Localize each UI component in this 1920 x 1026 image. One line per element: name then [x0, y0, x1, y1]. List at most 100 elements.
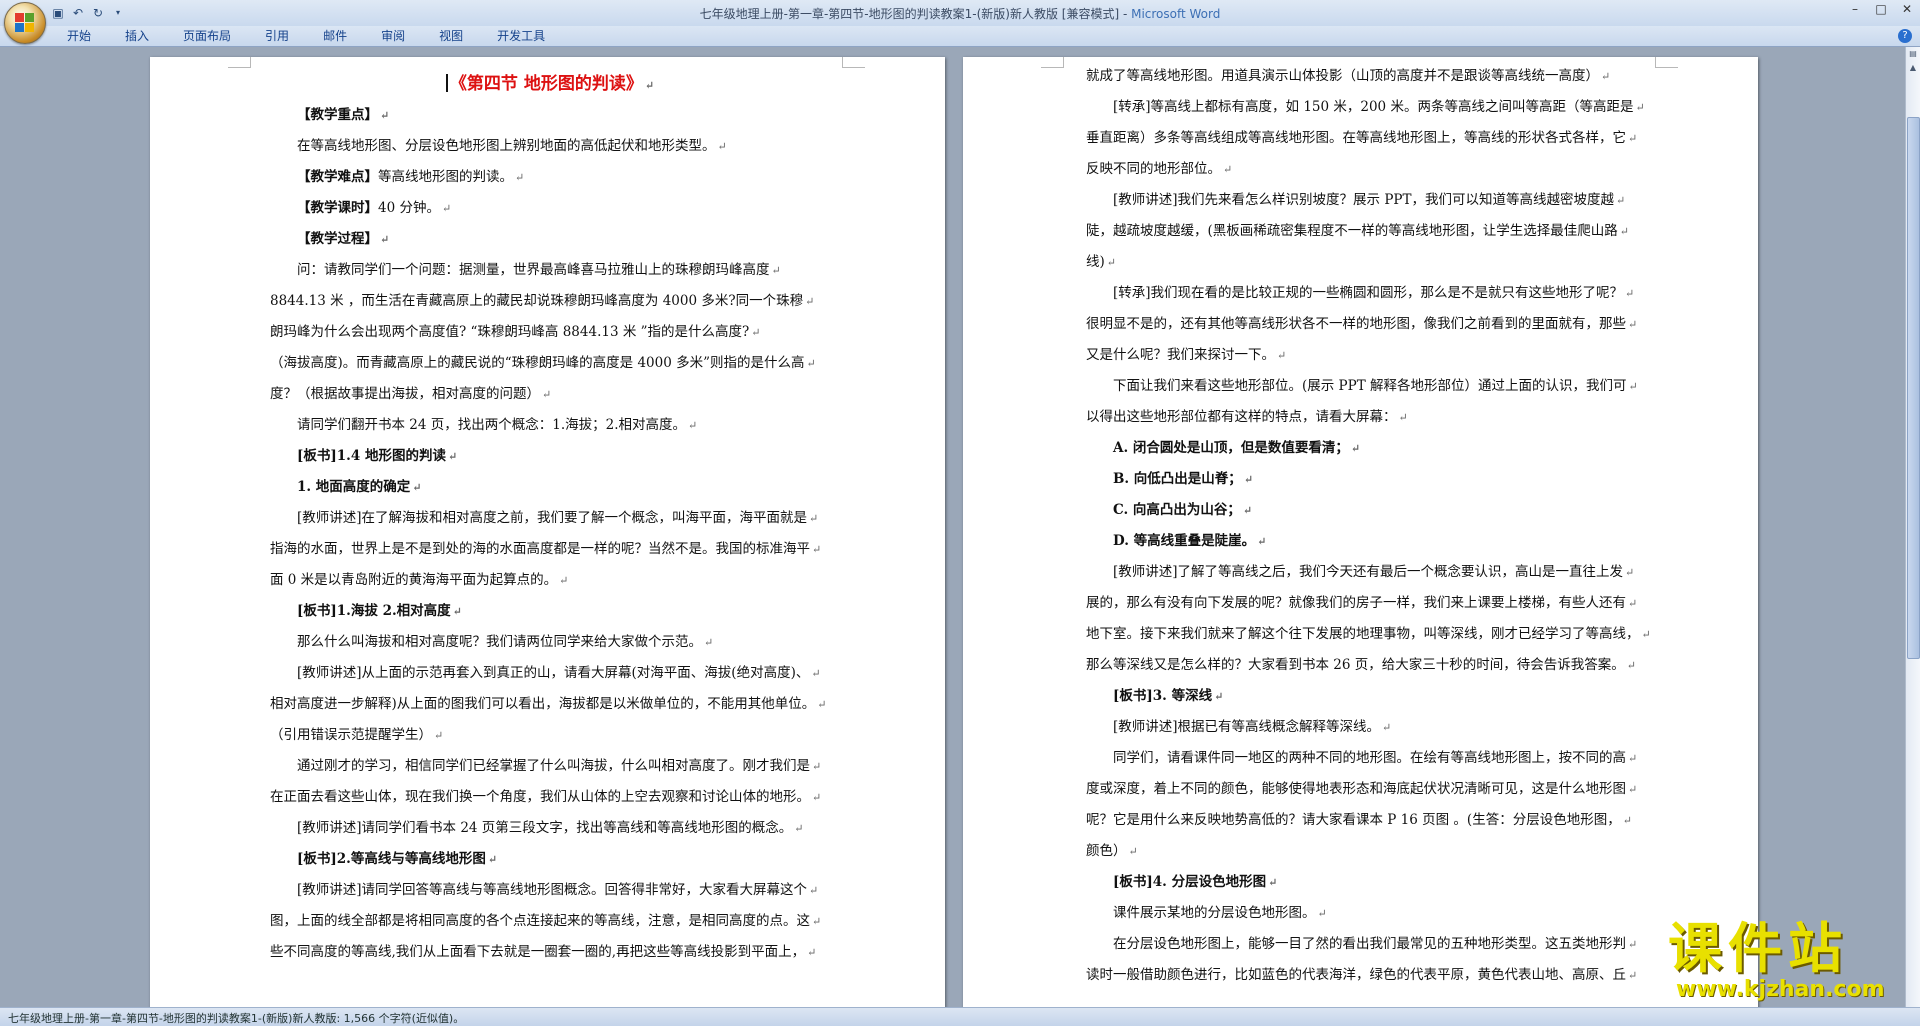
ribbon-tab[interactable]: 页面布局 — [166, 28, 248, 44]
ribbon-tab[interactable]: 引用 — [248, 28, 306, 44]
paragraph-line: （引用错误示范提醒学生） ↵ — [270, 720, 830, 751]
paragraph-mark-icon: ↵ — [805, 295, 815, 308]
paragraph-mark-icon: ↵ — [1277, 349, 1287, 362]
paragraph-line: 以得出这些地形部位都有这样的特点，请看大屏幕： ↵ — [1086, 402, 1646, 433]
help-icon[interactable]: ? — [1898, 29, 1912, 43]
paragraph-mark-icon: ↵ — [1622, 814, 1632, 827]
paragraph-mark-icon: ↵ — [1628, 380, 1638, 393]
paragraph-line: 那么等深线又是怎么样的？大家看到书本 26 页，给大家三十秒的时间，待会告诉我答… — [1086, 650, 1646, 681]
paragraph-text: 度？（根据故事提出海拔，相对高度的问题） — [270, 386, 540, 402]
ribbon-tab[interactable]: 视图 — [422, 28, 480, 44]
paragraph-text: [教师讲述]请同学回答等高线与等高线地形图概念。回答得非常好，大家看大屏幕这个 — [297, 882, 808, 898]
paragraph-mark-icon: ↵ — [1641, 628, 1651, 641]
paragraph-mark-icon: ↵ — [1628, 938, 1638, 951]
paragraph-text: [板书]1.海拔 2.相对高度 — [297, 603, 451, 619]
paragraph-text: D. 等高线重叠是陡崖。 — [1113, 533, 1256, 549]
paragraph-mark-icon: ↵ — [1350, 442, 1361, 455]
paragraph-mark-icon: ↵ — [1268, 876, 1278, 889]
paragraph-mark-icon: ↵ — [441, 202, 452, 215]
paragraph-mark-icon: ↵ — [1628, 132, 1638, 145]
paragraph-text: 展的，那么有没有向下发展的呢？就像我们的房子一样，我们来上课要上楼梯，有些人还有 — [1086, 595, 1626, 611]
paragraph-line: 面 0 米是以青岛附近的黄海海平面为起算点的。 ↵ — [270, 565, 830, 596]
paragraph-line: 展的，那么有没有向下发展的呢？就像我们的房子一样，我们来上课要上楼梯，有些人还有… — [1086, 588, 1646, 619]
paragraph-text: 相对高度进一步解释)从上面的图我们可以看出，海拔都是以米做单位的，不能用其他单位… — [270, 696, 816, 712]
paragraph-text: 在分层设色地形图上，能够一目了然的看出我们最常见的五种地形类型。这五类地形判 — [1113, 936, 1626, 952]
paragraph-text: 《第四节 地形图的判读》 — [449, 74, 643, 94]
paragraph-line: 【教学重点】 ↵ — [270, 100, 830, 131]
paragraph-line: 又是什么呢？我们来探讨一下。 ↵ — [1086, 340, 1646, 371]
paragraph-text: 那么什么叫海拔和相对高度呢？我们请两位同学来给大家做个示范。 — [297, 634, 702, 650]
paragraph-text: [教师讲述]在了解海拔和相对高度之前，我们要了解一个概念，叫海平面，海平面就是 — [297, 510, 808, 526]
paragraph-text: [教师讲述]根据已有等高线概念解释等深线。 — [1113, 719, 1381, 735]
paragraph-mark-icon: ↵ — [704, 636, 714, 649]
paragraph-line: C. 向高凸出为山谷； ↵ — [1086, 495, 1646, 526]
paragraph-text: B. 向低凸出是山脊； — [1113, 471, 1242, 487]
paragraph-text: 又是什么呢？我们来探讨一下。 — [1086, 347, 1275, 363]
paragraph-bold-prefix: 【教学难点】 — [297, 169, 378, 185]
ribbon-tab[interactable]: 插入 — [108, 28, 166, 44]
paragraph-line: 指海的水面，世界上是不是到处的海的水面高度都是一样的呢？当然不是。我国的标准海平… — [270, 534, 830, 565]
ruler-toggle-icon[interactable]: ▤ — [1906, 47, 1920, 61]
paragraph-line: 1. 地面高度的确定 ↵ — [270, 472, 830, 503]
paragraph-mark-icon: ↵ — [1214, 690, 1224, 703]
page-right-content: 就成了等高线地形图。用道具演示山体投影（山顶的高度并不是跟谈等高线统一高度） ↵[… — [1086, 61, 1651, 991]
paragraph-mark-icon: ↵ — [751, 326, 761, 339]
minimize-icon[interactable]: – — [1842, 0, 1868, 18]
paragraph-line: 【教学难点】等高线地形图的判读。 ↵ — [270, 162, 830, 193]
text-cursor — [445, 74, 448, 92]
paragraph-text: 【教学过程】 — [297, 231, 378, 247]
paragraph-mark-icon: ↵ — [1317, 907, 1327, 920]
office-button[interactable] — [4, 2, 46, 44]
ribbon-tab[interactable]: 邮件 — [306, 28, 364, 44]
paragraph-line: [板书]3. 等深线 ↵ — [1086, 681, 1646, 712]
paragraph-line: 朗玛峰为什么会出现两个高度值? “珠穆朗玛峰高 8844.13 米 ”指的是什么… — [270, 317, 830, 348]
window-title-app: Microsoft Word — [1131, 7, 1221, 21]
scroll-up-icon[interactable]: ▲ — [1906, 61, 1920, 75]
paragraph-text: [板书]1.4 地形图的判读 — [297, 448, 446, 464]
paragraph-text: 【教学难点】等高线地形图的判读。 — [297, 169, 513, 185]
paragraph-text: （引用错误示范提醒学生） — [270, 727, 432, 743]
paragraph-mark-icon: ↵ — [1625, 566, 1635, 579]
paragraph-text: [板书]4. 分层设色地形图 — [1113, 874, 1267, 890]
close-icon[interactable]: ✕ — [1894, 0, 1920, 18]
paragraph-mark-icon: ↵ — [794, 822, 804, 835]
paragraph-text: 问：请教同学们一个问题：据测量，世界最高峰喜马拉雅山上的珠穆朗玛峰高度 — [297, 262, 770, 278]
paragraph-mark-icon: ↵ — [1242, 504, 1253, 517]
paragraph-mark-icon: ↵ — [809, 884, 819, 897]
ribbon-tab[interactable]: 开始 — [50, 28, 108, 44]
window-title: 七年级地理上册-第一章-第四节-地形图的判读教案1-(新版)新人教版 [兼容模式… — [0, 5, 1920, 22]
paragraph-text: [板书]2.等高线与等高线地形图 — [297, 851, 486, 867]
paragraph-text: 度或深度，着上不同的颜色，能够使得地表形态和海底起伏状况清晰可见，这是什么地形图 — [1086, 781, 1626, 797]
paragraph-line: [教师讲述]从上面的示范再套入到真正的山，请看大屏幕(对海平面、海拔(绝对高度)… — [270, 658, 830, 689]
watermark-url: www.kjzhan.com — [1676, 977, 1885, 1002]
paragraph-text: 线) — [1086, 254, 1105, 270]
paragraph-mark-icon: ↵ — [1635, 101, 1645, 114]
ribbon-tab[interactable]: 审阅 — [364, 28, 422, 44]
paragraph-line: 陡，越疏坡度越缓，(黑板画稀疏密集程度不一样的等高线地形图，让学生选择最佳爬山路… — [1086, 216, 1646, 247]
paragraph-line: 颜色） ↵ — [1086, 836, 1646, 867]
paragraph-mark-icon: ↵ — [1628, 783, 1638, 796]
paragraph-mark-icon: ↵ — [1628, 752, 1638, 765]
paragraph-text: 读时一般借助颜色进行，比如蓝色的代表海洋，绿色的代表平原，黄色代表山地、高原、丘 — [1086, 967, 1626, 983]
paragraph-line: 在等高线地形图、分层设色地形图上辨别地面的高低起伏和地形类型。 ↵ — [270, 131, 830, 162]
scroll-thumb[interactable] — [1907, 117, 1920, 659]
paragraph-line: 度？（根据故事提出海拔，相对高度的问题） ↵ — [270, 379, 830, 410]
ribbon-tab[interactable]: 开发工具 — [480, 28, 562, 44]
paragraph-text: 通过刚才的学习，相信同学们已经掌握了什么叫海拔，什么叫相对高度了。刚才我们是 — [297, 758, 810, 774]
vertical-scrollbar[interactable]: ▤ ▲ — [1905, 47, 1920, 1007]
paragraph-mark-icon: ↵ — [812, 543, 822, 556]
maximize-icon[interactable]: □ — [1868, 0, 1894, 18]
paragraph-text: 指海的水面，世界上是不是到处的海的水面高度都是一样的呢？当然不是。我国的标准海平 — [270, 541, 810, 557]
paragraph-text: [教师讲述]我们先来看怎么样识别坡度？展示 PPT，我们可以知道等高线越密坡度越 — [1113, 192, 1614, 208]
paragraph-mark-icon: ↵ — [1257, 535, 1267, 548]
paragraph-mark-icon: ↵ — [1128, 845, 1138, 858]
window-title-sep: - — [1119, 7, 1132, 21]
page-right[interactable]: 就成了等高线地形图。用道具演示山体投影（山顶的高度并不是跟谈等高线统一高度） ↵[… — [963, 57, 1758, 1007]
paragraph-text: 朗玛峰为什么会出现两个高度值? “珠穆朗玛峰高 8844.13 米 ”指的是什么… — [270, 324, 750, 340]
paragraph-line: 反映不同的地形部位。 ↵ — [1086, 154, 1646, 185]
page-left[interactable]: 《第四节 地形图的判读》 ↵ 【教学重点】 ↵ 在等高线地形图、分层设色地形图上辨别地面… — [150, 57, 945, 1007]
margin-corner — [1655, 57, 1678, 68]
paragraph-text: 同学们，请看课件同一地区的两种不同的地形图。在绘有等高线地形图上，按不同的高 — [1113, 750, 1626, 766]
paragraph-mark-icon: ↵ — [1243, 473, 1254, 486]
ribbon-tab-bar: 开始 插入 页面布局 引用 邮件 审阅 视图 开发工具 ? — [0, 26, 1920, 47]
